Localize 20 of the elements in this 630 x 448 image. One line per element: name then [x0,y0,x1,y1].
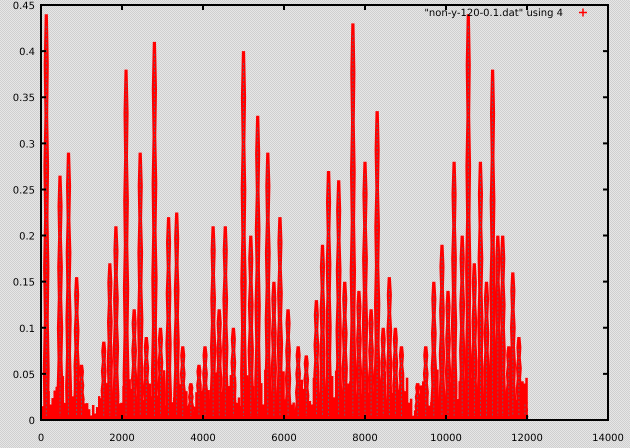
plus-marker-icon [578,8,588,18]
x-axis-tick-label: 14000 [592,433,624,444]
y-axis-tick-label: 0.25 [12,185,35,196]
x-axis-tick-label: 8000 [352,433,378,444]
x-axis-tick-label: 12000 [511,433,543,444]
x-axis-tick-label: 10000 [430,433,462,444]
y-axis-tick-label: 0.3 [19,139,35,150]
x-axis-tick-label: 0 [38,433,44,444]
y-axis-tick-label: 0.15 [12,278,35,289]
x-axis-tick-label: 2000 [109,433,135,444]
y-axis-tick-label: 0.2 [19,232,35,243]
y-axis-tick-label: 0.45 [12,1,35,12]
y-axis-tick-label: 0 [28,416,35,427]
x-axis-tick-label: 4000 [190,433,216,444]
x-axis-tick-label: 6000 [271,433,297,444]
y-axis-tick-label: 0.05 [12,370,35,381]
legend-label: "non-y-120-0.1.dat" using 4 [424,8,563,19]
y-axis-tick-label: 0.4 [19,47,35,58]
y-axis-tick-label: 0.35 [12,93,35,104]
y-axis-tick-label: 0.1 [19,324,35,335]
